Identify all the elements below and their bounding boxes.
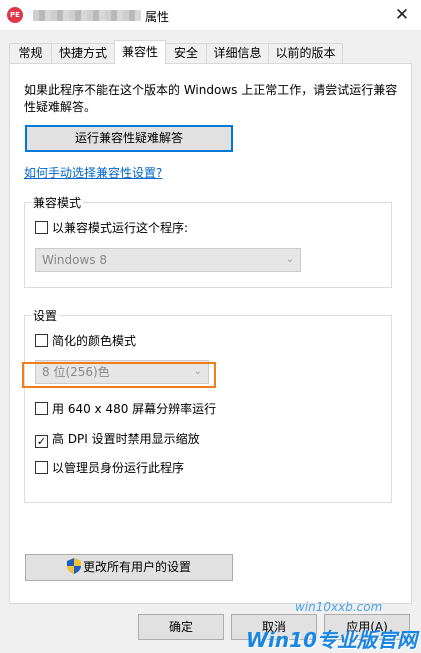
compat-mode-checkbox[interactable]: 以兼容模式运行这个程序:: [35, 221, 188, 237]
window-title: 属性: [145, 10, 170, 24]
run-as-admin-label: 以管理员身份运行此程序: [52, 461, 185, 475]
tab-compatibility[interactable]: 兼容性: [114, 40, 166, 64]
close-icon: ✕: [394, 5, 410, 25]
run-troubleshooter-button[interactable]: 运行兼容性疑难解答: [25, 125, 233, 152]
checkbox-box[interactable]: [35, 221, 48, 234]
change-all-users-label: 更改所有用户的设置: [82, 560, 191, 574]
title-bar: PE 属性 ✕: [0, 0, 421, 30]
high-dpi-checkbox[interactable]: ✓ 高 DPI 设置时禁用显示缩放: [35, 432, 200, 448]
tab-security[interactable]: 安全: [165, 43, 207, 63]
reduced-color-checkbox[interactable]: 简化的颜色模式: [35, 334, 136, 350]
reduced-color-label: 简化的颜色模式: [52, 334, 137, 348]
checkmark-icon[interactable]: ✓: [35, 435, 48, 448]
tab-general[interactable]: 常规: [9, 43, 52, 63]
watermark-brand: Win10专业版官网: [246, 628, 417, 652]
blurred-filename: [33, 10, 141, 21]
chevron-down-icon: ⌄: [285, 254, 294, 265]
compatibility-panel: 如果此程序不能在这个版本的 Windows 上正常工作，请尝试运行兼容性疑难解答…: [9, 63, 412, 604]
tab-shortcut[interactable]: 快捷方式: [51, 43, 115, 63]
checkbox-box[interactable]: [35, 402, 48, 415]
res-640-label: 用 640 x 480 屏幕分辨率运行: [52, 402, 217, 416]
os-version-value: Windows 8: [42, 253, 108, 267]
uac-shield-icon: [66, 558, 81, 574]
checkbox-box[interactable]: [35, 461, 48, 474]
checkbox-box[interactable]: [35, 334, 48, 347]
high-dpi-label: 高 DPI 设置时禁用显示缩放: [52, 432, 200, 446]
settings-group: 设置 简化的颜色模式 8 位(256)色 ⌄ 用 640 x 480 屏幕分辨率…: [24, 307, 392, 503]
watermark-url: win10xxb.com: [295, 600, 383, 614]
settings-label: 设置: [31, 307, 60, 324]
res-640-checkbox[interactable]: 用 640 x 480 屏幕分辨率运行: [35, 402, 216, 418]
os-version-select: Windows 8 ⌄: [35, 248, 301, 272]
compat-mode-group: 兼容模式 以兼容模式运行这个程序: Windows 8 ⌄: [24, 194, 392, 288]
tab-previous-versions[interactable]: 以前的版本: [268, 43, 343, 63]
run-as-admin-checkbox[interactable]: 以管理员身份运行此程序: [35, 461, 184, 477]
compat-mode-checkbox-label: 以兼容模式运行这个程序:: [52, 221, 189, 235]
app-icon: PE: [7, 7, 23, 23]
compat-description: 如果此程序不能在这个版本的 Windows 上正常工作，请尝试运行兼容性疑难解答…: [24, 83, 398, 114]
high-dpi-highlight: [22, 362, 216, 388]
change-all-users-button[interactable]: 更改所有用户的设置: [25, 554, 233, 581]
ok-button[interactable]: 确定: [138, 614, 224, 640]
manual-compat-link[interactable]: 如何手动选择兼容性设置?: [24, 164, 162, 181]
compat-mode-label: 兼容模式: [31, 194, 84, 211]
tab-details[interactable]: 详细信息: [206, 43, 269, 63]
close-button[interactable]: ✕: [391, 4, 413, 26]
